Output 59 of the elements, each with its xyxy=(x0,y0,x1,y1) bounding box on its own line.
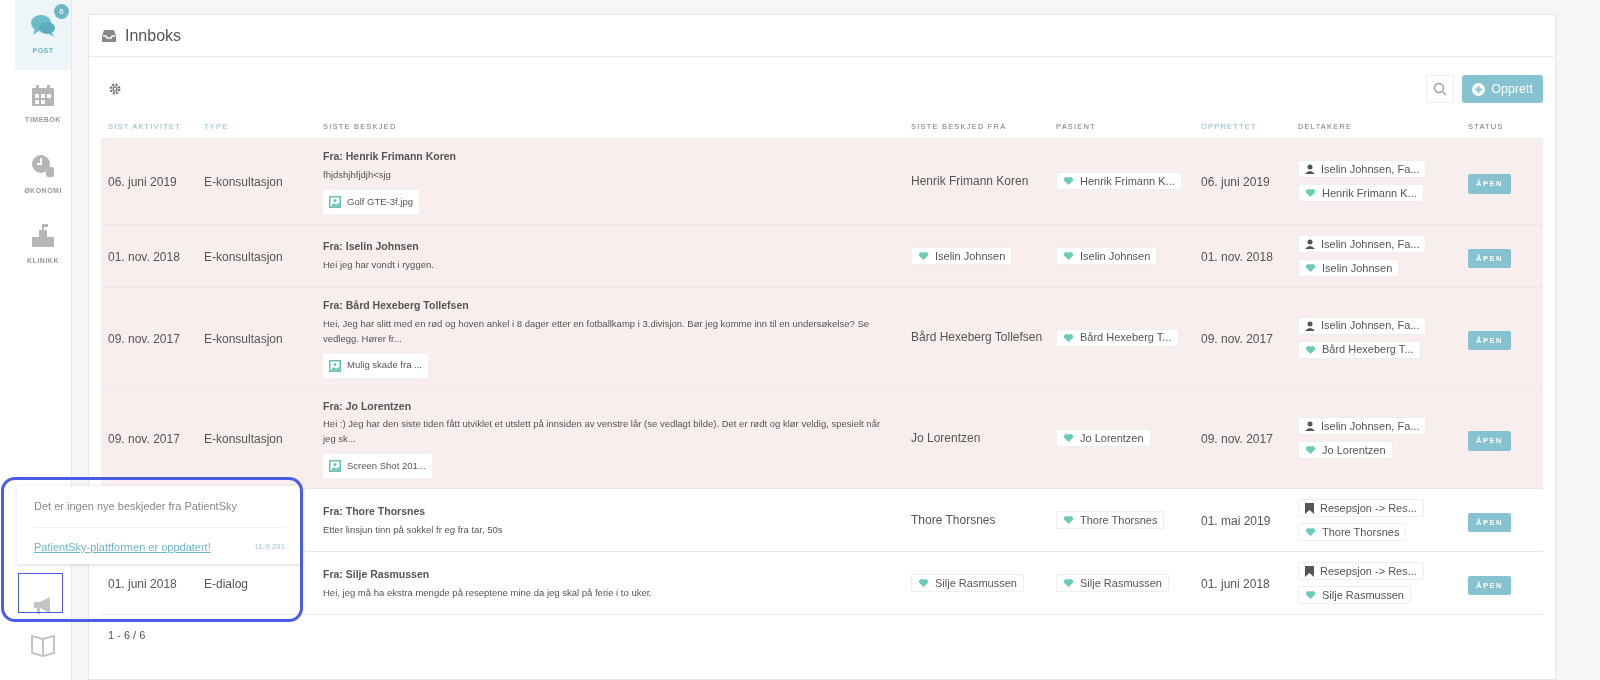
sender-name: Bård Hexeberg Tollefsen xyxy=(911,329,1044,347)
date-text: 09. nov. 2017 xyxy=(108,331,180,346)
chip-label: Henrik Frimann K... xyxy=(1322,186,1417,202)
sender-name: Jo Lorentzen xyxy=(911,429,982,447)
message-preview: Hei, Jeg har slitt med en rød og hoven ankel i 8 dager etter en fotballkamp i 3.divisjon. Bør jeg komme inn til en undersøkelse? Se vedlegg. Hører fr... xyxy=(323,316,870,346)
sender-name: Henrik Frimann Koren xyxy=(911,172,1030,190)
type-text: E-konsultasjon xyxy=(204,175,283,190)
message-sender: Fra: Bård Hexeberg Tollefsen xyxy=(323,297,469,313)
message-preview: Hei :) Jeg har den siste tiden fått utviklet et utslett på innsiden av venstre lår (se vedlagt bilde). Det er rødt og klør veldig, spesielt når jeg sk... xyxy=(323,417,882,447)
message-sender: Fra: Iselin Johnsen xyxy=(323,239,419,255)
created-date: 09. nov. 2017 xyxy=(1201,432,1273,447)
chip-label: Resepsjon -> Res... xyxy=(1320,564,1417,579)
chip-label: Iselin Johnsen xyxy=(1322,260,1393,276)
message-sender: Fra: Jo Lorentzen xyxy=(323,398,412,414)
attachment-name: Golf GTE-3f.jpg xyxy=(347,194,413,209)
message-sender: Fra: Thore Thorsnes xyxy=(323,503,426,519)
sender-name: Thore Thorsnes xyxy=(911,511,997,529)
chip-label: Silje Rasmussen xyxy=(935,576,1017,591)
created-date: 06. juni 2019 xyxy=(1201,175,1270,190)
type-text: E-dialog xyxy=(204,577,249,592)
type-text: E-konsultasjon xyxy=(204,432,283,447)
chip-label: Thore Thorsnes xyxy=(1080,513,1158,528)
panel-title: Innboks xyxy=(125,25,182,46)
chip-label: Resepsjon -> Res... xyxy=(1320,501,1417,516)
chip-label: Iselin Johnsen, Fa... xyxy=(1321,236,1420,252)
created-date: 01. juni 2018 xyxy=(1201,577,1270,592)
chip-label: Jo Lorentzen xyxy=(1322,443,1386,459)
chip-label: Iselin Johnsen, Fa... xyxy=(1321,419,1420,435)
message-preview: Hei, jeg må ha ekstra mengde på reseptene mine da jeg skal på ferie i to uker. xyxy=(323,585,652,600)
created-date: 01. mai 2019 xyxy=(1201,514,1271,529)
message-sender: Fra: Silje Rasmussen xyxy=(323,566,430,582)
type-text: E-konsultasjon xyxy=(204,331,283,346)
chip-label: Bård Hexeberg T... xyxy=(1322,342,1414,358)
chip-label: Silje Rasmussen xyxy=(1322,588,1404,603)
date-text: 09. nov. 2017 xyxy=(108,432,180,447)
message-preview: Etter linsjun tinn på sokkel fr eg fra tar, 50s xyxy=(323,522,503,537)
message-sender: Fra: Henrik Frimann Koren xyxy=(323,149,457,164)
chip-label: Iselin Johnsen, Fa... xyxy=(1321,318,1420,334)
chip-label: Iselin Johnsen xyxy=(935,248,1006,264)
chip-label: Thore Thorsnes xyxy=(1322,525,1400,540)
date-text: 01. juni 2018 xyxy=(108,577,177,592)
created-date: 01. nov. 2018 xyxy=(1201,249,1273,264)
type-text: E-konsultasjon xyxy=(204,249,283,264)
chip-label: Silje Rasmussen xyxy=(1080,576,1162,591)
attachment-name: Mulig skade fra ... xyxy=(347,358,422,373)
attachment-name: Screen Shot 201... xyxy=(347,459,426,474)
chip-label: Jo Lorentzen xyxy=(1080,431,1144,447)
chip-label: Iselin Johnsen, Fa... xyxy=(1321,162,1420,178)
created-date: 09. nov. 2017 xyxy=(1201,331,1273,346)
count-badge: 6 xyxy=(54,4,69,19)
pagination-text: 1 - 6 / 6 xyxy=(107,628,147,644)
chip-label: Bård Hexeberg T... xyxy=(1080,330,1172,346)
chip-label: Henrik Frimann K... xyxy=(1080,174,1175,190)
message-preview: fhjdshjhfjdjh<sjg xyxy=(323,167,391,182)
date-text: 06. juni 2019 xyxy=(108,175,177,190)
date-text: 01. nov. 2018 xyxy=(108,249,180,264)
chip-label: Iselin Johnsen xyxy=(1080,248,1151,264)
news-date: 11.9.201 xyxy=(254,541,285,553)
message-preview: Hei jeg har vondt i ryggen. xyxy=(323,258,434,273)
